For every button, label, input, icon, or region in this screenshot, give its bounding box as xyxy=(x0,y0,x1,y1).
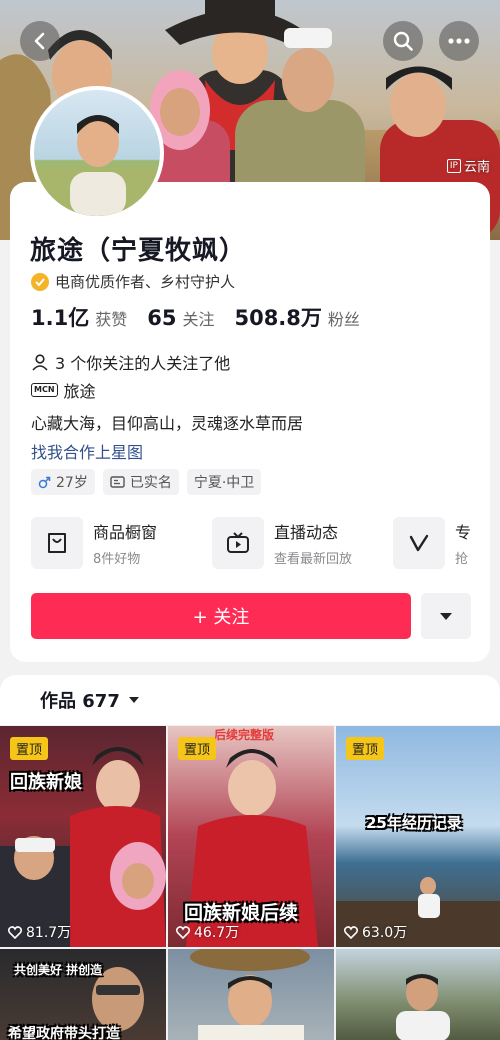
more-dots-icon xyxy=(448,38,470,44)
video-tile[interactable] xyxy=(336,949,500,1040)
feature-entries: 商品橱窗 8件好物 直播动态 查看最新回放 专 抢 xyxy=(31,517,500,569)
feature-shop-window[interactable]: 商品橱窗 8件好物 xyxy=(31,517,212,569)
heart-icon xyxy=(344,925,358,939)
bio-text: 心藏大海，目仰高山，灵魂逐水草而居 xyxy=(31,414,304,433)
video-overlay-title: 回族新娘 xyxy=(10,772,82,793)
video-tile[interactable] xyxy=(168,949,334,1040)
video-thumbnail xyxy=(190,949,310,1040)
video-overlay-title: 希望政府带头打造 xyxy=(8,1026,120,1040)
pinned-badge: 置顶 xyxy=(346,737,385,760)
verification-row[interactable]: 电商优质作者、乡村守护人 xyxy=(31,271,235,292)
id-card-icon xyxy=(110,476,125,488)
pinned-badge: 置顶 xyxy=(178,737,217,760)
mcn-row[interactable]: MCN 旅途 xyxy=(31,378,96,402)
like-count-text: 81.7万 xyxy=(26,925,72,941)
bio: 心藏大海，目仰高山，灵魂逐水草而居 xyxy=(31,410,303,434)
stat-followers[interactable]: 508.8万 粉丝 xyxy=(234,302,359,332)
shop-window-icon xyxy=(31,517,83,569)
mutual-follow-row[interactable]: 3 个你关注的人关注了他 xyxy=(31,350,230,374)
works-tab-label: 作品 677 xyxy=(40,691,120,712)
stat-label: 获赞 xyxy=(95,310,128,329)
avatar-image xyxy=(34,115,160,216)
video-overlay-title: 回族新娘后续 xyxy=(184,902,299,924)
video-top-text: 后续完整版 xyxy=(214,728,275,742)
video-tile[interactable]: 共创美好 拼创造 希望政府带头打造 xyxy=(0,949,166,1040)
feature-title: 专 xyxy=(455,523,472,542)
profile-name: 旅途（宁夏牧飒） xyxy=(30,236,247,266)
like-count: 46.7万 xyxy=(176,922,239,942)
follow-label: + 关注 xyxy=(192,607,250,628)
stat-value: 1.1亿 xyxy=(31,306,90,330)
tag-age: 27岁 xyxy=(31,469,95,495)
ip-icon: IP xyxy=(446,158,461,173)
feature-title: 商品橱窗 xyxy=(93,523,158,542)
video-thumbnail xyxy=(396,974,450,1040)
mutual-follow-text: 3 个你关注的人关注了他 xyxy=(55,354,231,373)
tag-verified-identity: 已实名 xyxy=(102,469,179,495)
feature-subtitle: 8件好物 xyxy=(93,552,141,567)
like-count-text: 63.0万 xyxy=(362,925,408,941)
video-tile[interactable]: 置顶 回族新娘 81.7万 xyxy=(0,726,166,947)
v-icon xyxy=(393,517,445,569)
verification-text: 电商优质作者、乡村守护人 xyxy=(55,273,236,291)
stat-following[interactable]: 65 关注 xyxy=(147,306,214,330)
male-icon xyxy=(38,476,51,488)
feature-subtitle: 抢 xyxy=(455,552,469,567)
like-count-text: 46.7万 xyxy=(194,925,240,941)
stats-row: 1.1亿 获赞 65 关注 508.8万 粉丝 xyxy=(31,302,360,332)
heart-icon xyxy=(8,925,22,939)
expand-more-button[interactable] xyxy=(421,593,471,639)
stat-label: 关注 xyxy=(182,310,215,329)
stat-label: 粉丝 xyxy=(327,310,360,329)
search-icon xyxy=(393,31,413,51)
profile-tags: 27岁 已实名 宁夏·中卫 xyxy=(31,469,262,495)
person-icon xyxy=(32,354,48,371)
feature-subtitle: 查看最新回放 xyxy=(274,552,353,567)
chevron-left-icon xyxy=(34,32,45,50)
video-top-text: 共创美好 拼创造 xyxy=(14,963,103,977)
more-options-button[interactable] xyxy=(439,21,479,61)
feature-live[interactable]: 直播动态 查看最新回放 xyxy=(212,517,393,569)
caret-down-icon xyxy=(128,697,139,703)
follow-button[interactable]: + 关注 xyxy=(31,593,411,639)
back-button[interactable] xyxy=(20,21,60,61)
video-tile[interactable]: 置顶 25年经历记录 63.0万 xyxy=(336,726,500,947)
tag-text: 宁夏·中卫 xyxy=(193,475,255,491)
stat-value: 508.8万 xyxy=(234,306,322,330)
works-tab[interactable]: 作品 677 xyxy=(0,675,500,725)
video-tile[interactable]: 后续完整版 置顶 回族新娘后续 46.7万 xyxy=(168,726,334,947)
mcn-icon: MCN xyxy=(31,383,58,397)
like-count: 81.7万 xyxy=(8,922,71,942)
feature-title: 直播动态 xyxy=(274,523,339,542)
ip-location-text: 云南 xyxy=(463,160,490,175)
tag-text: 27岁 xyxy=(56,475,88,491)
like-count: 63.0万 xyxy=(344,922,407,942)
heart-icon xyxy=(176,925,190,939)
mcn-name: 旅途 xyxy=(63,382,96,401)
stat-value: 65 xyxy=(147,306,177,330)
stat-likes[interactable]: 1.1亿 获赞 xyxy=(31,302,127,332)
tag-location: 宁夏·中卫 xyxy=(186,469,262,495)
ip-location: IP 云南 xyxy=(446,156,490,175)
live-tv-icon xyxy=(212,517,264,569)
works-grid: 置顶 回族新娘 81.7万 后续完整版 置顶 回族新娘后续 46.7万 置顶 2… xyxy=(0,726,500,1040)
avatar[interactable] xyxy=(30,86,164,220)
feature-third[interactable]: 专 抢 xyxy=(393,517,500,569)
collab-link[interactable]: 找我合作上星图 xyxy=(31,439,143,463)
tag-text: 已实名 xyxy=(129,475,172,491)
video-overlay-title: 25年经历记录 xyxy=(366,814,462,832)
pinned-badge: 置顶 xyxy=(10,737,49,760)
search-button[interactable] xyxy=(383,21,423,61)
verified-badge-icon xyxy=(31,272,49,291)
collab-link-text: 找我合作上星图 xyxy=(31,443,144,462)
caret-down-icon xyxy=(440,612,452,620)
